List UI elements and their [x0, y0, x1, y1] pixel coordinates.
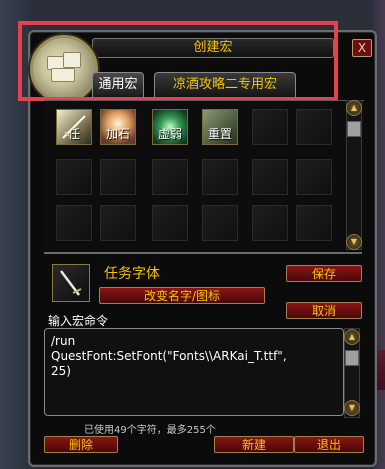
macro-slot-empty[interactable] — [202, 159, 238, 195]
macro-slot-empty[interactable] — [296, 109, 332, 145]
macro-slot-empty[interactable] — [202, 205, 238, 241]
macro-slot-empty[interactable] — [56, 159, 92, 195]
save-button[interactable]: 保存 — [286, 265, 362, 282]
selected-macro-icon[interactable] — [52, 264, 90, 302]
scroll-down-icon[interactable]: ▼ — [346, 234, 362, 250]
change-name-icon-button[interactable]: 改变名字/图标 — [99, 287, 265, 304]
macro-slot-empty[interactable] — [252, 159, 288, 195]
cancel-button[interactable]: 取消 — [286, 302, 362, 319]
scroll-up-icon[interactable]: ▲ — [346, 100, 362, 116]
sword-icon — [60, 270, 82, 296]
macro-slot-empty[interactable] — [152, 159, 188, 195]
macro-slot-2[interactable]: 加石 — [100, 109, 136, 145]
divider — [44, 252, 362, 254]
annotation-highlight — [18, 21, 338, 101]
scroll-up-icon[interactable]: ▲ — [344, 329, 360, 345]
macro-slot-empty[interactable] — [296, 159, 332, 195]
macro-command-label: 输入宏命令 — [48, 314, 109, 328]
macro-slot-1[interactable]: 任 — [56, 109, 92, 145]
macro-slot-empty[interactable] — [56, 205, 92, 241]
macro-slot-empty[interactable] — [152, 205, 188, 241]
scroll-thumb[interactable] — [345, 350, 359, 366]
macro-name-label: 任务字体 — [104, 266, 160, 282]
scroll-thumb[interactable] — [347, 121, 361, 137]
macro-slot-label: 加石 — [105, 127, 130, 141]
macro-grid: 任 加石 虚弱 重置 — [44, 100, 364, 251]
delete-button[interactable]: 删除 — [44, 436, 118, 453]
macro-slot-label: 虚弱 — [157, 127, 182, 141]
macro-slot-empty[interactable] — [252, 109, 288, 145]
macro-command-text[interactable]: /run QuestFont:SetFont("Fonts\\ARKai_T.t… — [45, 329, 343, 384]
character-count: 已使用49个字符，最多255个 — [84, 425, 216, 436]
macro-command-input[interactable]: /run QuestFont:SetFont("Fonts\\ARKai_T.t… — [44, 328, 344, 416]
scroll-down-icon[interactable]: ▼ — [344, 400, 360, 416]
macro-slot-empty[interactable] — [252, 205, 288, 241]
macro-slot-empty[interactable] — [296, 205, 332, 241]
macro-slot-3[interactable]: 虚弱 — [152, 109, 188, 145]
new-button[interactable]: 新建 — [214, 436, 294, 453]
macro-slot-4[interactable]: 重置 — [202, 109, 238, 145]
exit-button[interactable]: 退出 — [294, 436, 364, 453]
macro-slot-empty[interactable] — [100, 205, 136, 241]
macro-slot-label: 任 — [67, 127, 80, 141]
macro-slot-empty[interactable] — [100, 159, 136, 195]
close-button[interactable]: X — [352, 39, 372, 57]
macro-slot-label: 重置 — [207, 127, 232, 141]
